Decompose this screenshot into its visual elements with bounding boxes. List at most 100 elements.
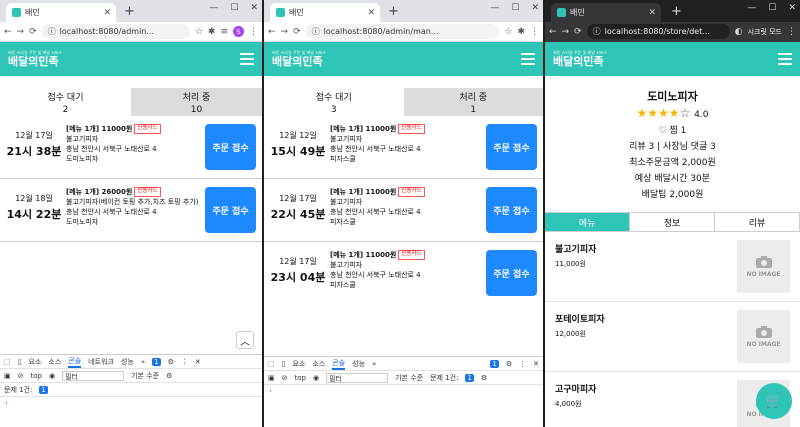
accept-order-button[interactable]: 주문 접수 [486, 124, 537, 170]
issues-label[interactable]: 문제 1건: [4, 385, 32, 395]
url-field[interactable]: ⓘ localhost:8080/admin... [41, 24, 190, 39]
back-icon[interactable]: ← [268, 27, 276, 37]
devtools-tab[interactable]: 네트워크 [88, 357, 114, 367]
inspect-icon[interactable]: ⬚ [268, 360, 275, 368]
hamburger-menu-icon[interactable] [240, 53, 254, 65]
close-window-icon[interactable]: ✕ [788, 3, 796, 13]
console-filter-input[interactable]: 필터 [326, 372, 389, 383]
maximize-icon[interactable]: ☐ [230, 3, 238, 13]
minimize-icon[interactable]: — [209, 3, 218, 13]
eye-icon[interactable]: ◉ [313, 374, 319, 382]
message-badge[interactable]: 1 [490, 359, 499, 368]
browser-tab[interactable]: 배민 ✕ [551, 3, 661, 22]
back-icon[interactable]: ← [549, 27, 557, 37]
clear-console-icon[interactable]: ⊘ [282, 374, 288, 382]
logo[interactable]: 배민 스타일 주문 및 배달 서비스 배달의민족 [8, 51, 62, 68]
console-settings-icon[interactable]: ⚙ [166, 372, 172, 380]
devtools-tab-console[interactable]: 콘솔 [68, 356, 82, 368]
accept-order-button[interactable]: 주문 접수 [205, 124, 256, 170]
browser-tab[interactable]: 배민 ✕ [6, 3, 116, 22]
menu-item[interactable]: 포테이토피자 12,000원 NO IMAGE [545, 302, 800, 372]
tab-menu[interactable]: 메뉴 [545, 213, 630, 231]
more-menu-icon[interactable]: ⋮ [530, 27, 539, 37]
tab-processing[interactable]: 처리 중 1 [403, 88, 543, 116]
accept-order-button[interactable]: 주문 접수 [205, 187, 256, 233]
devtools-more-tabs[interactable]: » [141, 358, 145, 366]
accept-order-button[interactable]: 주문 접수 [486, 250, 537, 296]
issues-label[interactable]: 문제 1건: [430, 373, 458, 383]
close-tab-icon[interactable]: ✕ [648, 8, 656, 18]
close-devtools-icon[interactable]: ✕ [195, 358, 201, 366]
accept-order-button[interactable]: 주문 접수 [486, 187, 537, 233]
close-tab-icon[interactable]: ✕ [367, 8, 375, 18]
url-field[interactable]: ⓘ localhost:8080/admin/man... [305, 24, 500, 39]
message-badge[interactable]: 1 [152, 357, 161, 366]
device-toggle-icon[interactable]: ▯ [282, 360, 286, 368]
reload-icon[interactable]: ⟳ [574, 27, 582, 37]
tab-processing[interactable]: 처리 중 10 [131, 88, 262, 116]
scroll-top-button[interactable]: ︿ [236, 331, 254, 349]
new-tab-icon[interactable]: + [671, 4, 682, 19]
menu-item[interactable]: 불고기피자 11,000원 NO IMAGE [545, 232, 800, 302]
extensions-icon[interactable]: ✱ [208, 27, 216, 37]
new-tab-icon[interactable]: + [124, 4, 135, 19]
eye-icon[interactable]: ◉ [49, 372, 55, 380]
sidebar-toggle-icon[interactable]: ▣ [4, 372, 11, 380]
clear-console-icon[interactable]: ⊘ [18, 372, 24, 380]
extensions-icon[interactable]: ✱ [517, 27, 525, 37]
close-tab-icon[interactable]: ✕ [103, 8, 111, 18]
console-settings-icon[interactable]: ⚙ [481, 374, 487, 382]
context-select[interactable]: top [295, 374, 306, 382]
more-menu-icon[interactable]: ⋮ [249, 27, 258, 37]
devtools-tab[interactable]: 요소 [292, 359, 305, 369]
url-field[interactable]: ⓘ localhost:8080/store/det... [586, 24, 730, 39]
forward-icon[interactable]: → [17, 27, 25, 37]
close-window-icon[interactable]: ✕ [531, 3, 539, 13]
console-filter-input[interactable]: 필터 [62, 370, 125, 381]
minimize-icon[interactable]: — [490, 3, 499, 13]
tab-pending[interactable]: 접수 대기 2 [0, 88, 131, 116]
back-icon[interactable]: ← [4, 27, 12, 37]
reload-icon[interactable]: ⟳ [29, 27, 37, 37]
devtools-tab[interactable]: 성능 [121, 357, 134, 367]
cart-button[interactable]: 🛒 [756, 383, 792, 419]
devtools-tab[interactable]: 소스 [48, 357, 61, 367]
log-level-select[interactable]: 기본 수준 [131, 371, 159, 381]
logo[interactable]: 배민 스타일 주문 및 배달 서비스 배달의민족 [272, 51, 326, 68]
forward-icon[interactable]: → [281, 27, 289, 37]
close-devtools-icon[interactable]: ✕ [533, 360, 539, 368]
tab-info[interactable]: 정보 [630, 213, 715, 231]
issue-count[interactable]: 1 [465, 373, 474, 382]
more-options-icon[interactable]: ⋮ [181, 358, 188, 366]
inspect-icon[interactable]: ⬚ [4, 358, 11, 366]
browser-tab[interactable]: 배민 ✕ [270, 3, 380, 22]
likes[interactable]: ♡ 찜 1 [545, 123, 800, 136]
log-level-select[interactable]: 기본 수준 [395, 373, 423, 383]
reload-icon[interactable]: ⟳ [293, 27, 301, 37]
tab-reviews[interactable]: 리뷰 [715, 213, 800, 231]
sidebar-toggle-icon[interactable]: ▣ [268, 374, 275, 382]
new-tab-icon[interactable]: + [388, 4, 399, 19]
devtools-tab[interactable]: 성능 [352, 359, 365, 369]
context-select[interactable]: top [31, 372, 42, 380]
maximize-icon[interactable]: ☐ [511, 3, 519, 13]
incognito-icon[interactable]: ◐ [735, 27, 743, 37]
bookmark-star-icon[interactable]: ☆ [195, 27, 203, 37]
devtools-more-tabs[interactable]: » [372, 360, 376, 368]
maximize-icon[interactable]: ☐ [768, 3, 776, 13]
issue-count[interactable]: 1 [39, 385, 48, 394]
hamburger-menu-icon[interactable] [521, 53, 535, 65]
settings-gear-icon[interactable]: ⚙ [506, 360, 512, 368]
minimize-icon[interactable]: — [747, 3, 756, 13]
settings-gear-icon[interactable]: ⚙ [168, 358, 174, 366]
heart-icon[interactable]: ♡ [659, 126, 667, 136]
hamburger-menu-icon[interactable] [778, 53, 792, 65]
logo[interactable]: 배민 스타일 주문 및 배달 서비스 배달의민족 [553, 51, 607, 68]
devtools-tab[interactable]: 요소 [28, 357, 41, 367]
devtools-tab-console[interactable]: 콘솔 [332, 358, 346, 370]
media-icon[interactable]: ≡ [220, 27, 228, 37]
bookmark-star-icon[interactable]: ☆ [504, 27, 512, 37]
close-window-icon[interactable]: ✕ [250, 3, 258, 13]
tab-pending[interactable]: 접수 대기 3 [264, 88, 404, 116]
forward-icon[interactable]: → [562, 27, 570, 37]
